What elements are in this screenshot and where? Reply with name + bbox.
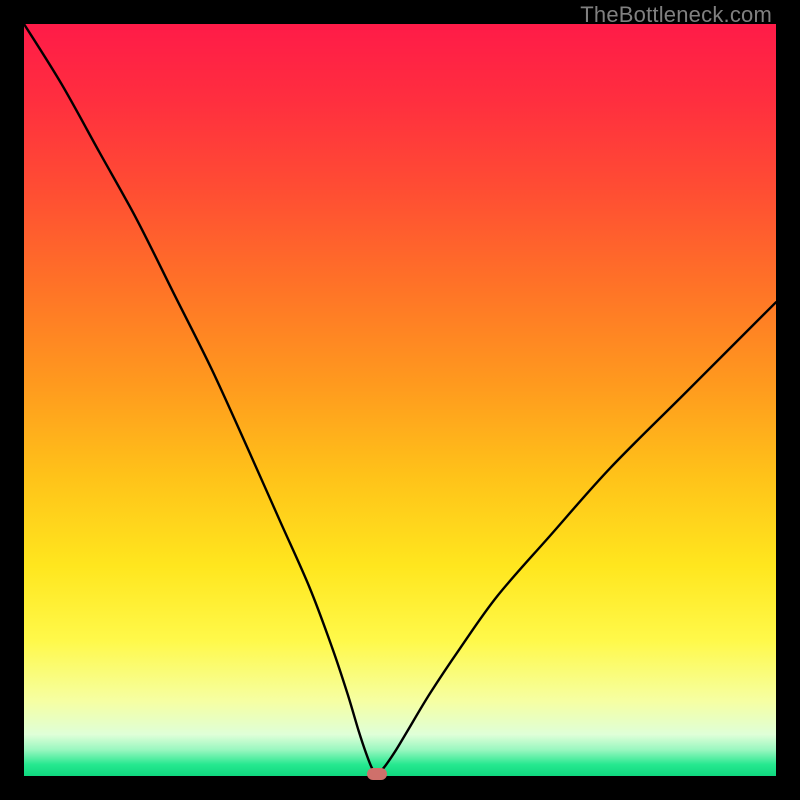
optimal-point-marker	[367, 768, 387, 780]
bottleneck-chart	[24, 24, 776, 776]
chart-frame	[24, 24, 776, 776]
gradient-background	[24, 24, 776, 776]
